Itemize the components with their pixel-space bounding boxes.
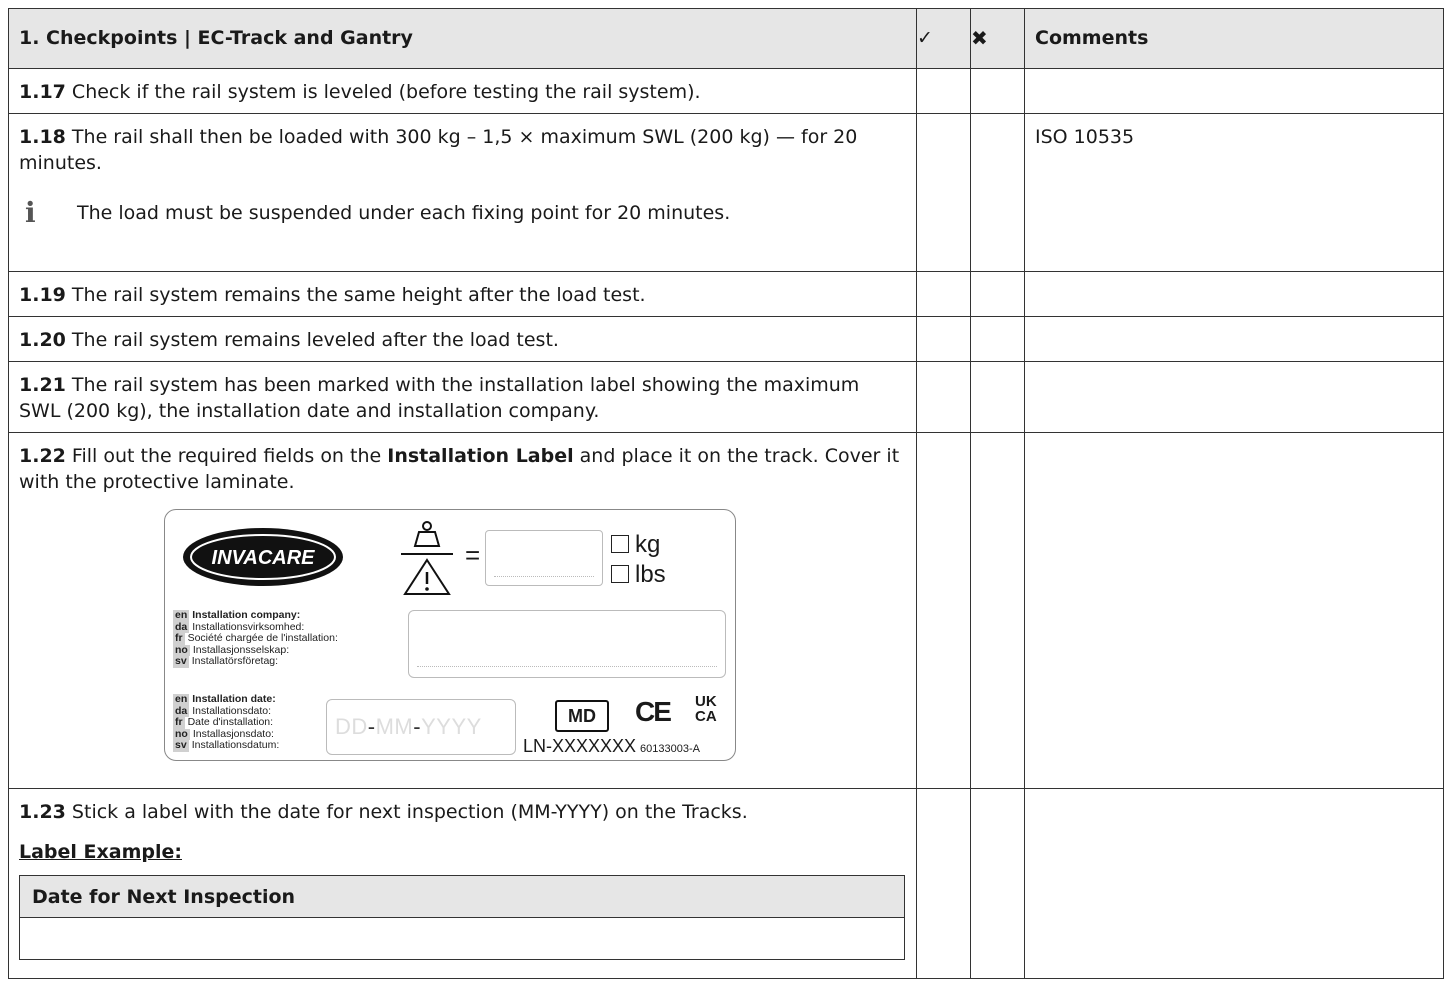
item-number: 1.21 [19,374,66,396]
item-text: The rail system remains the same height … [65,284,646,306]
swl-field [485,530,603,586]
cross-icon: ✖ [970,8,1025,69]
section-title: 1. Checkpoints | EC-Track and Gantry [8,8,917,69]
comment-cell[interactable] [1024,316,1444,362]
example-body [19,917,905,960]
comment-cell[interactable] [1024,271,1444,317]
checkpoint-table: 1. Checkpoints | EC-Track and Gantry ✓ ✖… [8,8,1444,979]
cross-cell[interactable] [970,68,1025,114]
item-number: 1.22 [19,445,66,467]
date-field: DD-MM-YYYY [326,699,516,755]
check-cell[interactable] [916,361,971,433]
check-cell[interactable] [916,271,971,317]
item-number: 1.19 [19,284,66,306]
check-cell[interactable] [916,316,971,362]
check-cell[interactable] [916,432,971,789]
company-field [408,610,726,678]
cross-cell[interactable] [970,788,1025,979]
table-row: 1.18 The rail shall then be loaded with … [8,113,1444,272]
equals-sign: = [465,540,481,570]
comment-cell[interactable] [1024,361,1444,433]
ukca-mark: UK CA [695,693,717,725]
cross-cell[interactable] [970,361,1025,433]
example-header: Date for Next Inspection [19,875,905,918]
note-text: The load must be suspended under each fi… [77,202,731,224]
table-row: 1.17 Check if the rail system is leveled… [8,68,1444,114]
kg-option: kg [611,532,660,558]
date-label-list: en Installation date: da Installationsdato… [173,693,280,752]
lot-number: LN-XXXXXXX 60133003-A [523,736,700,756]
comment-cell[interactable] [1024,432,1444,789]
table-row: 1.20 The rail system remains leveled aft… [8,316,1444,362]
item-text: Check if the rail system is leveled (bef… [65,81,701,103]
ce-mark: CE [635,696,672,727]
invacare-logo: INVACARE [183,528,343,586]
info-icon: ℹ [25,196,36,229]
checkmark-icon: ✓ [916,8,971,69]
cross-cell[interactable] [970,271,1025,317]
item-number: 1.17 [19,81,66,103]
table-row: 1.21 The rail system has been marked wit… [8,361,1444,433]
item-text: The rail system has been marked with the… [19,374,860,422]
item-text: The rail system remains leveled after th… [65,329,559,351]
md-mark: MD [555,700,609,732]
item-number: 1.20 [19,329,66,351]
check-cell[interactable] [916,113,971,272]
comment-cell[interactable] [1024,788,1444,979]
installation-label-term: Installation Label [387,445,574,467]
installation-label-image: INVACARE = kg lbs en Installation compan… [164,509,736,761]
item-text: Stick a label with the date for next ins… [65,801,748,823]
info-note: ℹ The load must be suspended under each … [9,184,916,236]
cross-cell[interactable] [970,113,1025,272]
label-example-heading: Label Example: [19,841,182,863]
table-header: 1. Checkpoints | EC-Track and Gantry ✓ ✖… [8,8,1444,69]
svg-text:INVACARE: INVACARE [212,547,316,569]
lbs-checkbox [611,565,629,583]
cross-cell[interactable] [970,432,1025,789]
item-text: The rail shall then be loaded with 300 k… [19,126,858,174]
comments-header: Comments [1024,8,1444,69]
comment-cell[interactable] [1024,68,1444,114]
lbs-option: lbs [611,562,666,588]
check-cell[interactable] [916,68,971,114]
cross-cell[interactable] [970,316,1025,362]
company-label-list: en Installation company: da Installationsv… [173,609,338,668]
label-example-table: Date for Next Inspection [19,875,905,960]
item-number: 1.23 [19,801,66,823]
comment-cell[interactable]: ISO 10535 [1024,113,1444,272]
table-row: 1.22 Fill out the required fields on the… [8,432,1444,789]
table-row: 1.19 The rail system remains the same he… [8,271,1444,317]
check-cell[interactable] [916,788,971,979]
table-row: 1.23 Stick a label with the date for nex… [8,788,1444,979]
kg-checkbox [611,535,629,553]
weight-warning-icon [401,521,453,595]
item-number: 1.18 [19,126,66,148]
